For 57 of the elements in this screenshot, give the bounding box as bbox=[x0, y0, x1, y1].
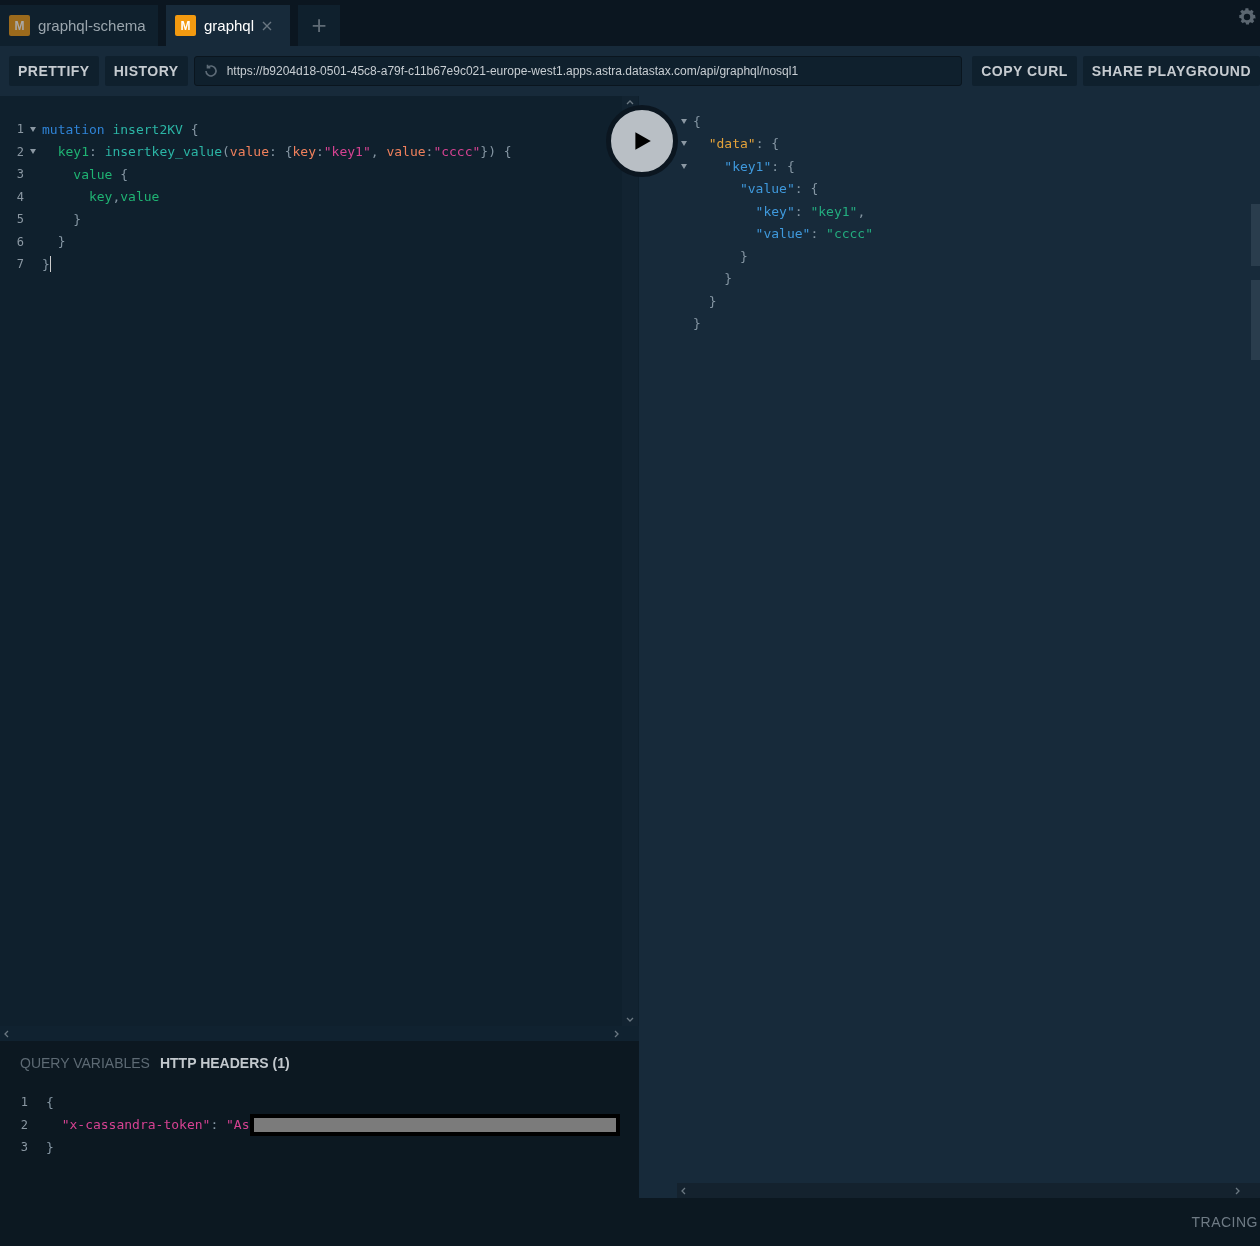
toolbar-button[interactable]: COPY CURL bbox=[972, 56, 1077, 86]
code-line: { bbox=[45, 1094, 54, 1110]
scroll-right-icon[interactable] bbox=[1235, 1186, 1240, 1195]
code-line: "key": "key1", bbox=[754, 203, 866, 219]
code-line: "data": { bbox=[707, 136, 780, 152]
line-number: 2 bbox=[15, 144, 24, 159]
scroll-left-icon[interactable] bbox=[4, 1029, 9, 1038]
code-line: } bbox=[693, 316, 701, 332]
fold-arrow-icon[interactable] bbox=[30, 126, 36, 132]
close-icon[interactable] bbox=[262, 20, 273, 31]
line-number: 5 bbox=[15, 212, 24, 227]
playground-tab[interactable]: M graphql-schema bbox=[0, 5, 158, 46]
tracing-label[interactable]: TRACING bbox=[1191, 1214, 1258, 1230]
tab-label: graphql-schema bbox=[38, 17, 146, 34]
code-line: } bbox=[723, 271, 733, 287]
line-number: 7 bbox=[15, 257, 24, 272]
code-line: mutation insert2KV { bbox=[42, 121, 199, 137]
code-line: "x-cassandra-token": "As bbox=[28, 1113, 620, 1136]
line-number: 6 bbox=[15, 234, 24, 249]
panel-tab[interactable]: HTTP HEADERS (1) bbox=[159, 1055, 290, 1071]
fold-arrow-icon[interactable] bbox=[30, 149, 36, 155]
code-line: value { bbox=[72, 166, 129, 182]
playground-tab[interactable]: M graphql bbox=[166, 5, 290, 46]
scroll-down-icon[interactable] bbox=[626, 1017, 634, 1022]
scroll-right-icon[interactable] bbox=[614, 1029, 619, 1038]
line-number: 1 bbox=[15, 122, 24, 137]
scroll-up-icon[interactable] bbox=[626, 100, 634, 105]
line-number: 2 bbox=[19, 1117, 28, 1132]
line-number: 4 bbox=[15, 189, 24, 204]
code-line: } bbox=[738, 248, 748, 264]
toolbar-button[interactable]: HISTORY bbox=[104, 56, 188, 86]
toolbar-button[interactable]: SHARE PLAYGROUND bbox=[1082, 56, 1260, 86]
line-number: 3 bbox=[19, 1140, 28, 1155]
fold-arrow-icon[interactable] bbox=[681, 141, 687, 147]
code-line: } bbox=[42, 256, 50, 272]
settings-icon[interactable] bbox=[1236, 6, 1258, 28]
code-line: "value": "cccc" bbox=[754, 226, 874, 242]
code-line: } bbox=[56, 234, 66, 250]
url-field[interactable]: https://b9204d18-0501-45c8-a79f-c11b67e9c021-europe-west1.apps.astra.datastax.com/api/graphql/nosql1 bbox=[193, 56, 963, 86]
reload-icon[interactable] bbox=[202, 63, 219, 79]
tab-label: graphql bbox=[204, 17, 255, 34]
tab-badge: M bbox=[9, 15, 30, 36]
code-line: { bbox=[693, 113, 701, 129]
code-line: "value": { bbox=[738, 181, 819, 197]
code-line: "key1": { bbox=[723, 158, 795, 174]
code-line: } bbox=[72, 211, 82, 227]
line-number: 1 bbox=[19, 1095, 28, 1110]
code-line: } bbox=[707, 293, 717, 309]
code-line: key1: insertkey_value(value: {key:"key1", value:"cccc"}) { bbox=[56, 144, 512, 160]
code-line: } bbox=[45, 1139, 54, 1155]
toolbar-button[interactable]: PRETTIFY bbox=[9, 56, 99, 86]
fold-arrow-icon[interactable] bbox=[681, 118, 687, 124]
fold-arrow-icon[interactable] bbox=[681, 163, 687, 169]
scroll-left-icon[interactable] bbox=[681, 1186, 686, 1195]
tab-badge: M bbox=[175, 15, 196, 36]
line-number: 3 bbox=[15, 167, 24, 182]
code-line: key,value bbox=[87, 189, 160, 205]
